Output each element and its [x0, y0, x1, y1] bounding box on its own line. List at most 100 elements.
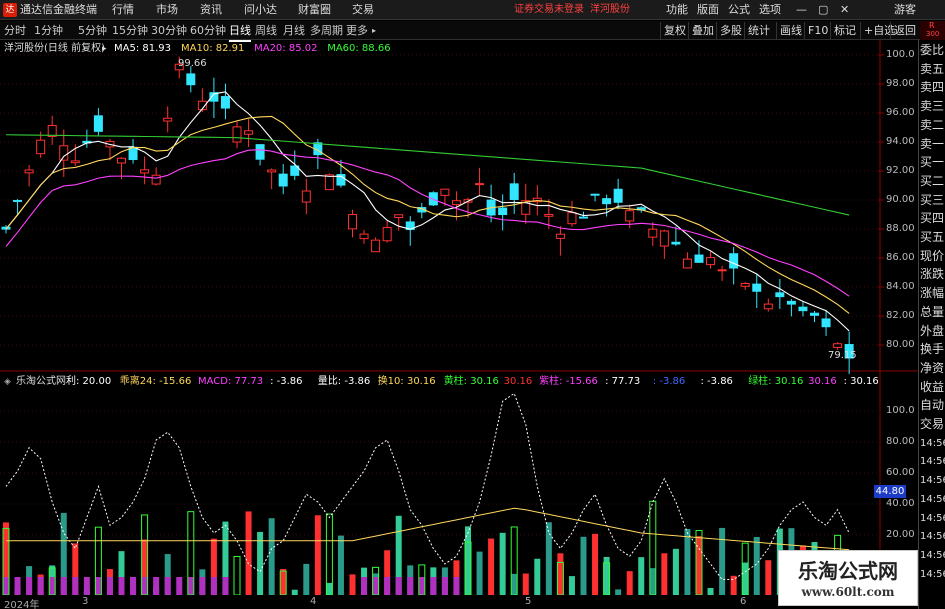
menu-item-ask[interactable]: 问小达 — [244, 0, 277, 20]
timeframe-bar: 分时 1分钟 5分钟 15分钟 30分钟 60分钟 日线 周线 月线 多周期 更… — [0, 21, 945, 42]
candle-body — [255, 144, 265, 160]
menu-item-layout[interactable]: 版面 — [697, 0, 719, 20]
date-label-mar: 3 — [82, 596, 89, 607]
indicator-bar-purple — [118, 577, 125, 595]
indicator-legend-item-5: 换10: 30.16 — [377, 376, 436, 387]
tab-more[interactable]: 更多 — [346, 21, 368, 40]
tab-5min[interactable]: 5分钟 — [78, 21, 107, 40]
menu-item-trade[interactable]: 交易 — [352, 0, 374, 20]
back-button[interactable]: 返回 — [890, 22, 919, 39]
indicator-expand-icon[interactable]: ◈ — [4, 375, 11, 389]
indicator-bar — [476, 551, 483, 595]
menu-bar: 达 通达信金融终端 行情 市场 资讯 问小达 财富圈 交易 证券交易未登录 洋河… — [0, 0, 945, 20]
sidebar-item[interactable]: 交易 — [920, 416, 945, 433]
f10-button[interactable]: F10 — [804, 22, 831, 39]
indicator-bar-purple — [384, 577, 391, 595]
menu-item-news[interactable]: 资讯 — [200, 0, 222, 20]
indicator-legend-item-9: : 77.73 — [605, 376, 641, 387]
indicator-bar — [592, 533, 599, 595]
indicator-bar — [337, 535, 344, 595]
tab-monthly[interactable]: 月线 — [283, 21, 305, 40]
multi-stock-button[interactable]: 多股 — [716, 22, 745, 39]
login-status[interactable]: 证券交易未登录 — [514, 0, 584, 20]
candle-body — [394, 214, 404, 218]
candle-body — [24, 169, 34, 174]
indicator-legend-item-3: : -3.86 — [270, 376, 303, 387]
high-price-label: 99.66 — [178, 58, 207, 69]
app-logo-icon: 达 — [3, 3, 17, 17]
tab-30min[interactable]: 30分钟 — [151, 21, 187, 40]
statistics-button[interactable]: 统计 — [744, 22, 773, 39]
candle-body — [59, 145, 69, 161]
candle-body — [729, 253, 739, 269]
price-axis-label: 96.00 — [886, 107, 915, 118]
menu-item-function[interactable]: 功能 — [666, 0, 688, 20]
candle-body — [232, 126, 242, 143]
tab-daily[interactable]: 日线 — [229, 21, 251, 42]
indicator-bar-purple — [176, 577, 183, 595]
sidebar-item: 14:56 — [920, 475, 945, 487]
candle-body — [498, 207, 508, 216]
price-axis-label: 98.00 — [886, 78, 915, 89]
tab-1min[interactable]: 1分钟 — [34, 21, 63, 40]
menu-item-market[interactable]: 市场 — [156, 0, 178, 20]
low-price-label: 79.15 — [828, 350, 857, 361]
indicator-bar-green — [325, 513, 333, 595]
indicator-bar — [245, 511, 252, 595]
candle-body — [267, 169, 277, 173]
guest-label[interactable]: 游客 — [894, 0, 916, 20]
mark-button[interactable]: 标记 — [830, 22, 859, 39]
candle-body — [775, 292, 785, 298]
tab-weekly[interactable]: 周线 — [255, 21, 277, 40]
sidebar-item[interactable]: 自动 — [920, 397, 945, 414]
indicator-bar-purple — [222, 577, 229, 595]
indicator-bar — [638, 557, 645, 595]
indicator-bar — [707, 587, 714, 595]
draw-line-button[interactable]: 画线 — [776, 22, 805, 39]
sidebar-item: 外盘 — [920, 323, 945, 338]
indicator-bar — [499, 532, 506, 595]
sidebar-item: 14:56 — [920, 456, 945, 468]
minimize-icon[interactable]: — — [796, 0, 807, 20]
kline-chart[interactable] — [0, 40, 918, 595]
candle-body — [475, 183, 485, 186]
candle-body — [659, 230, 669, 247]
more-dropdown-icon[interactable]: ▸ — [372, 21, 376, 40]
overlay-button[interactable]: 叠加 — [688, 22, 717, 39]
corner-top: R — [929, 21, 935, 30]
right-corner-badge: R 300 — [920, 21, 945, 40]
candle-body — [244, 130, 254, 135]
sidebar-item: 买五 — [920, 230, 945, 244]
maximize-icon[interactable]: ▢ — [818, 0, 828, 20]
candle-body — [324, 174, 334, 191]
indicator-axis-label: 60.00 — [886, 467, 915, 478]
menu-item-wealth[interactable]: 财富圈 — [298, 0, 331, 20]
close-icon[interactable]: ✕ — [840, 0, 849, 20]
tab-multi-period[interactable]: 多周期 — [310, 21, 343, 40]
candle-body — [371, 239, 381, 253]
sidebar-item: 收益 — [920, 379, 945, 394]
tab-15min[interactable]: 15分钟 — [112, 21, 148, 40]
indicator-legend-item-7: 30.16 — [503, 376, 533, 387]
indicator-bar-purple — [164, 577, 171, 595]
restore-right-button[interactable]: 复权 — [660, 22, 689, 39]
menu-item-formula[interactable]: 公式 — [728, 0, 750, 20]
indicator-legend-item-0: 利: 20.00 — [66, 376, 112, 387]
tab-intraday[interactable]: 分时 — [4, 21, 26, 40]
menu-item-options[interactable]: 选项 — [759, 0, 781, 20]
indicator-legend-item-4: 量比: -3.86 — [317, 376, 371, 387]
sidebar-item: 14:56 — [920, 531, 945, 543]
candle-body — [163, 117, 173, 122]
candle-body — [451, 200, 461, 206]
menu-item-quotes[interactable]: 行情 — [112, 0, 134, 20]
candle-body — [36, 139, 46, 155]
indicator-legend-item-13: 30.16 — [808, 376, 837, 387]
indicator-legend-item-10: : -3.86 — [652, 376, 686, 387]
indicator-bar — [661, 553, 668, 595]
tab-60min[interactable]: 60分钟 — [190, 21, 226, 40]
indicator-bar — [522, 573, 529, 595]
indicator-bar — [742, 562, 749, 595]
indicator-bar-purple — [106, 577, 113, 595]
sidebar-item: 卖五 — [920, 61, 945, 76]
indicator-axis-label: 40.00 — [886, 498, 915, 509]
